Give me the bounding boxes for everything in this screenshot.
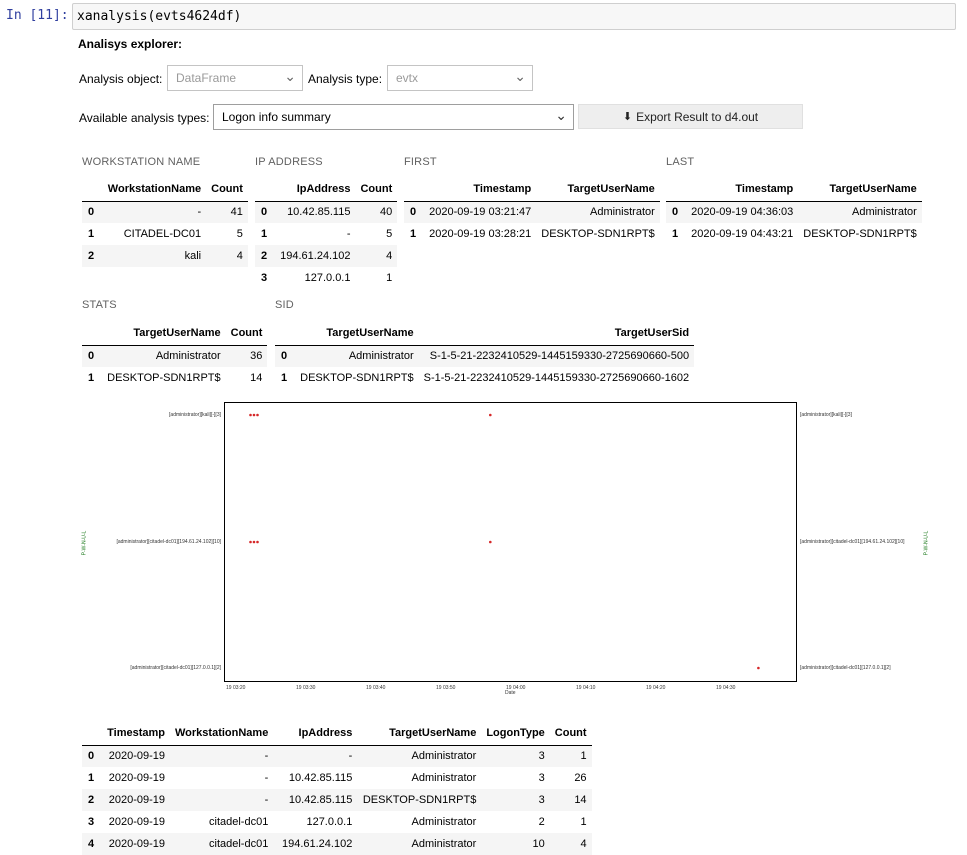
table-cell: 10.42.85.115 bbox=[288, 772, 353, 784]
table-cell: 3 bbox=[481, 789, 550, 811]
scatter-point bbox=[256, 413, 259, 417]
table-header: TargetUserName bbox=[357, 721, 482, 746]
table-cell: - bbox=[170, 789, 274, 811]
table-cell: 2020-09-19 bbox=[108, 816, 165, 828]
table-header: Timestamp bbox=[102, 721, 170, 746]
row-index: 2 bbox=[82, 789, 103, 811]
table-row: 0 2020-09-19- - Administrator 3 1 bbox=[82, 745, 592, 767]
table-cell: Administrator bbox=[357, 745, 482, 767]
table-cell: 127.0.0.1 bbox=[306, 816, 353, 828]
table-cell: 2020-09-19 bbox=[102, 745, 170, 767]
table-cell: - bbox=[264, 772, 269, 784]
table-header: LogonType bbox=[481, 721, 550, 746]
table-cell: - bbox=[273, 745, 358, 767]
scatter-point bbox=[249, 413, 252, 417]
table-cell: 2020-09-19 bbox=[108, 772, 165, 784]
logon-summary-table: Timestamp WorkstationName IpAddress Targ… bbox=[82, 721, 592, 855]
table-cell: 2020-09-19 bbox=[102, 789, 170, 811]
table-cell: 3 bbox=[481, 745, 550, 767]
table-header: IpAddress bbox=[273, 721, 358, 746]
table-cell: Administrator bbox=[411, 772, 477, 784]
table-cell: citadel-dc01 bbox=[209, 816, 269, 828]
table-row: 2 2020-09-19-10.42.85.115 DESKTOP-SDN1RPT$… bbox=[82, 789, 592, 811]
table-cell: 14 bbox=[549, 789, 592, 811]
table-row: 3 2020-09-19 citadel-dc01 127.0.0.1 Administ… bbox=[82, 811, 592, 833]
table-cell: Administrator bbox=[411, 816, 477, 828]
table-cell: 26 bbox=[574, 772, 587, 784]
row-index: 3 bbox=[88, 816, 95, 828]
table-cell: 2 bbox=[538, 816, 545, 828]
table-cell: 1 bbox=[549, 745, 592, 767]
table-row: 1 2020-09-19 - 10.42.85.115 Administrator 3 26 bbox=[82, 767, 592, 789]
scatter-point bbox=[489, 413, 492, 417]
table-cell: - bbox=[170, 745, 274, 767]
row-index: 0 bbox=[82, 745, 103, 767]
scatter-point bbox=[489, 540, 492, 544]
scatter-point bbox=[252, 413, 256, 417]
row-index: 1 bbox=[88, 772, 95, 784]
table-cell: DESKTOP-SDN1RPT$ bbox=[357, 789, 482, 811]
scatter-point bbox=[252, 540, 256, 544]
table-header bbox=[82, 721, 103, 746]
table-header: Count bbox=[549, 721, 592, 746]
scatter-point bbox=[249, 540, 252, 544]
scatter-point bbox=[757, 666, 760, 670]
table-cell: 3 bbox=[538, 772, 545, 784]
table-header: WorkstationName bbox=[170, 721, 274, 746]
table-cell: 1 bbox=[580, 816, 587, 828]
scatter-point bbox=[256, 540, 259, 544]
table-cell: 10.42.85.115 bbox=[273, 789, 358, 811]
